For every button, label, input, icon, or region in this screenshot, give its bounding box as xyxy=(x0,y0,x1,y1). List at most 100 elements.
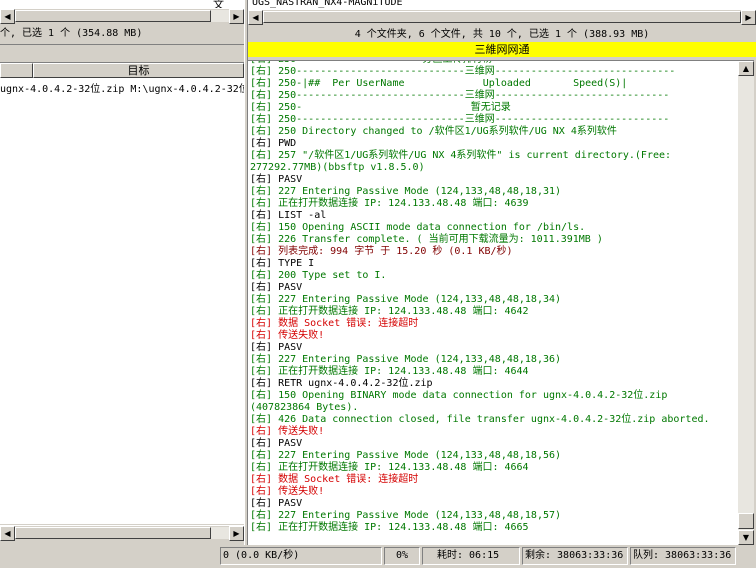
log-line-text: 257 "/软件区1/UG系列软件/UG NX 4系列软件" is curren… xyxy=(272,150,672,161)
log-line: [右] 数据 Socket 错误: 连接超时 xyxy=(250,318,418,330)
log-panel[interactable]: [右] 250- 分区上传排行榜[右] 250-----------------… xyxy=(248,60,738,545)
log-line-text: PASV xyxy=(272,438,303,449)
local-list-hscrollbar[interactable]: ◀ ▶ xyxy=(0,8,244,24)
scroll-right-arrow-icon[interactable]: ▶ xyxy=(229,526,244,541)
log-line-prefix: [右] xyxy=(250,318,273,329)
log-line: [右] 250----------------------------三维网--… xyxy=(250,90,669,102)
log-line-prefix: [右] xyxy=(250,114,273,125)
log-line: [右] 227 Entering Passive Mode (124,133,4… xyxy=(250,186,561,198)
log-line: [右] PASV xyxy=(250,438,302,450)
log-line: [右] PASV xyxy=(250,498,302,510)
log-line: [右] 150 Opening BINARY mode data connect… xyxy=(250,390,667,402)
log-line-prefix: [右] xyxy=(250,174,273,185)
local-spacer xyxy=(0,45,244,62)
log-line: [右] 列表完成: 994 字节 于 15.20 秒 (0.1 KB/秒) xyxy=(250,246,513,258)
queue-column-header: 目标 xyxy=(0,62,244,79)
log-line-text: 正在打开数据连接 IP: 124.133.48.48 端口: 4642 xyxy=(272,306,529,317)
log-line-text: PASV xyxy=(272,282,303,293)
log-line: [右] PASV xyxy=(250,174,302,186)
log-line: [右] 250 Directory changed to /软件区1/UG系列软… xyxy=(250,126,617,138)
site-banner: 三維网网通 xyxy=(248,42,756,57)
status-bar: 0 (0.0 KB/秒) 0% 耗时: 06:15 剩余: 38063:33:3… xyxy=(0,545,756,568)
log-line-prefix: [右] xyxy=(250,354,273,365)
status-speed: 0 (0.0 KB/秒) xyxy=(220,547,382,565)
log-line-prefix: [右] xyxy=(250,462,273,473)
log-line-prefix: [右] xyxy=(250,450,273,461)
log-line: [右] 传送失败! xyxy=(250,486,324,498)
log-line-prefix: [右] xyxy=(250,522,273,533)
log-line-text: 250-|## Per UserName Uploaded Speed(S)| xyxy=(272,78,628,89)
log-line-prefix: [右] xyxy=(250,61,272,65)
log-line-prefix: [右] xyxy=(250,258,273,269)
status-remaining: 剩余: 38063:33:36 xyxy=(522,547,628,565)
log-line-prefix: [右] xyxy=(250,66,273,77)
log-line-prefix: [右] xyxy=(250,414,273,425)
log-line: [右] PWD xyxy=(250,138,296,150)
log-line-prefix: [右] xyxy=(250,282,273,293)
log-line-prefix: [右] xyxy=(250,138,273,149)
scroll-left-arrow-icon[interactable]: ◀ xyxy=(0,9,15,24)
log-line-text: 正在打开数据连接 IP: 124.133.48.48 端口: 4644 xyxy=(272,366,529,377)
log-line: (407823864 Bytes). xyxy=(250,402,358,414)
scroll-right-arrow-icon[interactable]: ▶ xyxy=(741,10,756,25)
log-line-prefix: [右] xyxy=(250,366,273,377)
queue-header-name[interactable] xyxy=(0,63,33,78)
scroll-up-arrow-icon[interactable]: ▲ xyxy=(738,61,754,76)
log-line: [右] RETR ugnx-4.0.4.2-32位.zip xyxy=(250,378,433,390)
log-line-text: 250- 暂无记录 xyxy=(272,102,511,113)
scroll-thumb[interactable] xyxy=(15,527,211,539)
log-line: [右] 250----------------------------三维网--… xyxy=(250,114,669,126)
log-vscrollbar[interactable]: ▲ ▼ xyxy=(738,60,754,546)
scroll-down-arrow-icon[interactable]: ▼ xyxy=(738,530,754,545)
log-line-text: PWD xyxy=(272,138,297,149)
queue-header-target[interactable]: 目标 xyxy=(33,63,244,78)
log-line-text: 传送失败! xyxy=(272,486,325,497)
log-line-text: 列表完成: 994 字节 于 15.20 秒 (0.1 KB/秒) xyxy=(272,246,513,257)
log-line: [右] 正在打开数据连接 IP: 124.133.48.48 端口: 4665 xyxy=(250,522,529,534)
log-line-text: 150 Opening BINARY mode data connection … xyxy=(272,390,668,401)
log-line: [右] LIST -al xyxy=(250,210,326,222)
log-line: [右] 227 Entering Passive Mode (124,133,4… xyxy=(250,354,561,366)
log-line: [右] 传送失败! xyxy=(250,426,324,438)
remote-file-item[interactable]: UGS_NASTRAN_NX4-MAGNiTUDE xyxy=(252,0,403,8)
scroll-right-arrow-icon[interactable]: ▶ xyxy=(229,9,244,24)
scroll-left-arrow-icon[interactable]: ◀ xyxy=(0,526,15,541)
scroll-thumb[interactable] xyxy=(15,10,211,22)
log-line-prefix: [右] xyxy=(250,474,273,485)
log-line-prefix: [右] xyxy=(250,510,273,521)
remote-list-hscrollbar[interactable]: ◀ ▶ xyxy=(248,9,756,25)
log-line-prefix: [右] xyxy=(250,186,273,197)
log-line-prefix: [右] xyxy=(250,390,273,401)
log-line: [右] 150 Opening ASCII mode data connecti… xyxy=(250,222,585,234)
scroll-left-arrow-icon[interactable]: ◀ xyxy=(248,10,263,25)
log-line-text: 传送失败! xyxy=(272,426,325,437)
log-line: [右] 257 "/软件区1/UG系列软件/UG NX 4系列软件" is cu… xyxy=(250,150,671,162)
transfer-queue-list[interactable]: ugnx-4.0.4.2-32位.zip M:\ugnx-4.0.4.2-32位 xyxy=(0,78,244,524)
log-line-text: 226 Transfer complete. ( 当前可用下载流量为: 1011… xyxy=(272,234,603,245)
log-line-text: 数据 Socket 错误: 连接超时 xyxy=(272,318,419,329)
status-percent: 0% xyxy=(384,547,420,565)
log-line: [右] 227 Entering Passive Mode (124,133,4… xyxy=(250,450,561,462)
log-line-prefix: [右] xyxy=(250,246,273,257)
log-line: [右] 226 Transfer complete. ( 当前可用下载流量为: … xyxy=(250,234,603,246)
log-line-text: 正在打开数据连接 IP: 124.133.48.48 端口: 4665 xyxy=(272,522,529,533)
remote-status-text: 4 个文件夹, 6 个文件, 共 10 个, 已选 1 个 (388.93 MB… xyxy=(248,26,756,43)
log-line: [右] 227 Entering Passive Mode (124,133,4… xyxy=(250,510,561,522)
log-line-prefix: [右] xyxy=(250,330,273,341)
log-line-prefix: [右] xyxy=(250,306,273,317)
log-line-text: 数据 Socket 错误: 连接超时 xyxy=(272,474,419,485)
scroll-thumb[interactable] xyxy=(263,11,741,23)
queue-row[interactable]: ugnx-4.0.4.2-32位.zip M:\ugnx-4.0.4.2-32位 xyxy=(0,80,244,95)
log-line: [右] 227 Entering Passive Mode (124,133,4… xyxy=(250,294,561,306)
scroll-thumb[interactable] xyxy=(738,513,754,529)
log-line: [右] TYPE I xyxy=(250,258,314,270)
log-line-text: 227 Entering Passive Mode (124,133,48,48… xyxy=(272,510,562,521)
log-line-text: 277292.77MB)(bbsftp v1.8.5.0) xyxy=(250,162,425,173)
log-line-prefix: [右] xyxy=(250,486,273,497)
queue-hscrollbar[interactable]: ◀ ▶ xyxy=(0,525,244,541)
log-line: [右] 正在打开数据连接 IP: 124.133.48.48 端口: 4644 xyxy=(250,366,529,378)
log-line: 277292.77MB)(bbsftp v1.8.5.0) xyxy=(250,162,425,174)
log-line-prefix: [右] xyxy=(250,498,273,509)
log-line-text: (407823864 Bytes). xyxy=(250,402,359,413)
log-line-text: 传送失败! xyxy=(272,330,325,341)
